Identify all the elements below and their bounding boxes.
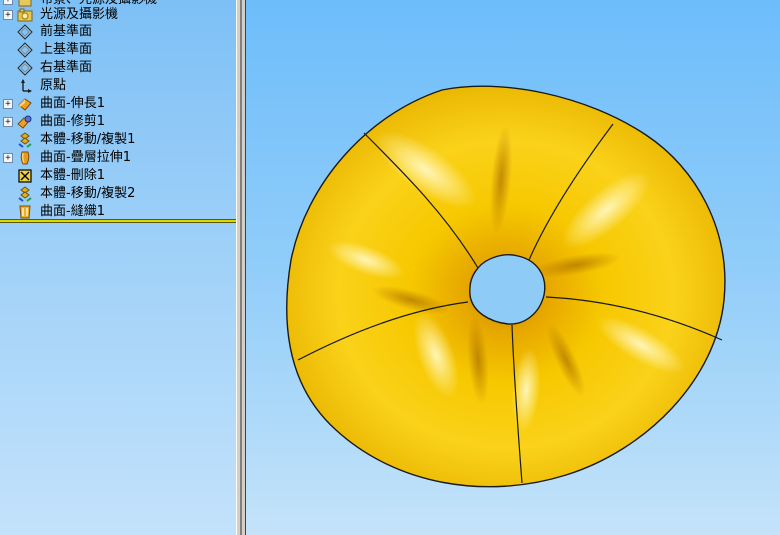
expand-toggle-icon[interactable]: + (3, 99, 13, 109)
surface-loft-icon (20, 151, 30, 165)
panel-splitter[interactable] (236, 0, 246, 535)
tree-item-surface-extrude[interactable]: + 曲面-伸長1 (0, 95, 236, 113)
torus-surface-model[interactable] (246, 0, 780, 535)
expand-toggle-icon[interactable]: + (3, 153, 13, 163)
graphics-viewport[interactable] (246, 0, 780, 535)
tree-item-label: 上基準面 (40, 42, 93, 57)
splitter-groove (240, 0, 242, 535)
surface-knit-icon (19, 205, 31, 219)
expand-toggle-icon[interactable]: + (3, 10, 13, 20)
surface-extrude-icon (18, 98, 32, 111)
tree-item-label: 原點 (40, 78, 67, 93)
tree-item-front-plane[interactable]: 前基準面 (0, 23, 236, 41)
surface-trim-icon (17, 115, 32, 129)
tree-item-lights-camera[interactable]: + 光源及攝影機 (0, 6, 236, 24)
expand-toggle-icon[interactable]: + (3, 117, 13, 127)
feature-manager-tree: + 布景、光源及攝影機 + 光源及攝影機 前基準面 上基準面 (0, 0, 236, 535)
tree-item-label: 曲面-伸長1 (40, 96, 105, 111)
tree-item-label: 曲面-修剪1 (40, 114, 105, 129)
plane-icon (17, 42, 33, 58)
torus-center-hole (469, 254, 546, 325)
tree-item-top-plane[interactable]: 上基準面 (0, 41, 236, 59)
tree-item-body-move-copy-2[interactable]: 本體-移動/複製2 (0, 185, 236, 203)
tree-item-origin[interactable]: 原點 (0, 77, 236, 95)
tree-item-label: 右基準面 (40, 60, 93, 75)
tree-item-body-delete[interactable]: 本體-刪除1 (0, 167, 236, 185)
body-move-copy-icon (18, 132, 32, 148)
tree-item-surface-trim[interactable]: + 曲面-修剪1 (0, 113, 236, 131)
tree-item-body-move-copy-1[interactable]: 本體-移動/複製1 (0, 131, 236, 149)
tree-item-label: 曲面-疊層拉伸1 (40, 150, 131, 165)
tree-item-right-plane[interactable]: 右基準面 (0, 59, 236, 77)
rollback-bar[interactable] (0, 219, 236, 223)
expand-toggle-icon[interactable]: + (3, 0, 13, 5)
tree-item-label: 光源及攝影機 (40, 7, 119, 22)
tree-item-label: 本體-刪除1 (40, 168, 105, 183)
origin-icon (21, 79, 32, 93)
tree-item-label: 本體-移動/複製2 (40, 186, 136, 201)
body-move-copy-icon (18, 186, 32, 202)
body-delete-icon (18, 169, 32, 183)
plane-icon (17, 60, 33, 76)
tree-item-surface-loft[interactable]: + 曲面-疊層拉伸1 (0, 149, 236, 167)
tree-item-label: 前基準面 (40, 24, 93, 39)
plane-icon (17, 24, 33, 40)
lights-camera-icon (17, 8, 33, 22)
tree-item-label: 本體-移動/複製1 (40, 132, 136, 147)
